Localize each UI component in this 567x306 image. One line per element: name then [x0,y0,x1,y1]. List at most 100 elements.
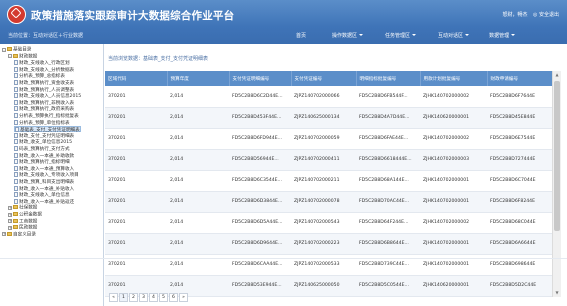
header-bar: 政策措施落实跟踪审计大数据综合作业平台 怒财，畅杰 ◎ 安全退出 当前位置：互动… [0,0,567,44]
nav-item-2[interactable]: 任务管理区 [385,30,417,42]
table-cell: FD5C2B8D6FB544F... [356,86,420,108]
tree-item[interactable]: 财政_预算执行_资金收支表 [14,80,74,86]
collapse-icon[interactable]: - [8,54,12,59]
table-cell: FD5C2B8D6D5A44E... [229,212,291,234]
column-header[interactable]: 支付凭证编号 [291,71,357,86]
expand-icon[interactable]: + [2,232,6,237]
tree-item-label: 财政_预算_科目支出明细表 [19,180,75,185]
table-scrollbar[interactable]: ▲ ▼ [552,71,561,297]
chevron-down-icon [465,34,470,36]
tree-item-label: 码表_预算执行_支付方式 [19,147,70,152]
prev-page-button[interactable]: « [109,293,118,302]
page-button[interactable]: 6 [169,293,178,302]
tree-item[interactable]: 分析表_预算执行_指标批复表 [14,113,79,119]
nav-item-4[interactable]: 数据管理 [489,30,516,42]
tree-item[interactable]: 财政_收入一本通_补贴收入 [14,185,74,192]
table-cell: FD5C2B8D68A144E... [356,170,420,192]
expand-icon[interactable]: + [8,212,12,217]
tree-item[interactable]: 财政_收入一本通_补贴返还 [14,198,74,205]
tree-item[interactable]: - 财政数据 [8,53,37,60]
next-page-button[interactable]: » [179,293,188,302]
expand-icon[interactable]: + [8,219,12,224]
tree-item[interactable]: 基础表_支付_支付凭证明细表 [14,126,81,133]
main-panel: 当前浏览数据：基础表_支付_支付凭证明细表 区域代码 预算年度 支付凭证明细编号 支付… [105,44,567,306]
column-header[interactable]: 用款计划批复编号 [420,71,488,86]
folder-icon [7,231,12,236]
page-button[interactable]: 3 [139,293,148,302]
table-row[interactable]: 370201 2,014 FD5C2B8D6D5A44E... ZJPZ1407020… [105,212,552,234]
table-row[interactable]: 370201 2,014 FD5C2B8D6D9644E... ZJPZ1407020… [105,233,552,255]
tree-item[interactable]: 财政_预算执行_非税收入表 [14,99,74,106]
tree-item[interactable]: 财政_支线收入_专项收入项目 [14,172,79,178]
tree-item-label: 财政_预算执行_指标明细 [19,160,70,166]
table-row[interactable]: 370201 2,014 FD5C2B8D6C3544E... ZJPZ1407020… [105,170,552,192]
current-location: 当前位置：互动对话区＋行业数据 [8,33,84,39]
tree-item-label: 分析表_预算_总指标表 [19,74,65,80]
table-cell: ZJPZ140702000059 [291,128,356,150]
tree-item[interactable]: 财政_收入一本通_预算收入 [14,165,75,172]
tree-item[interactable]: 财政_收支_单位信息2015 [14,139,72,145]
table-cell: ZJHK140702000002 [420,86,487,108]
tree-item[interactable]: 分析表_预算_单位指标表 [14,119,70,126]
file-icon [14,66,18,72]
expand-icon[interactable]: + [8,205,12,210]
table-cell: 370201 [105,212,167,234]
table-row[interactable]: 370201 2,014 FD5C2B8D6FD944E... ZJPZ1407020… [105,128,552,150]
page-button[interactable]: 1 [119,293,128,302]
table-row[interactable]: 370201 2,014 FD5C2B8D453F44E... ZJPZ1406250… [105,107,552,129]
column-header[interactable]: 支付凭证明细编号 [229,71,292,86]
expand-icon[interactable]: + [8,225,12,230]
tree-item[interactable]: - 基础目录 [2,47,31,53]
nav-item-3[interactable]: 互动对话区 [438,30,470,42]
column-header[interactable]: 财政申请编号 [487,71,552,86]
table-cell: ZJPZ140702000223 [291,233,356,255]
tree-item-label: 基础目录 [13,47,32,53]
tree-item[interactable]: 财政_收入一本通_补助收款 [14,152,74,159]
page-button[interactable]: 5 [159,293,168,302]
table-cell: ZJPZ140625000050 [291,275,356,297]
tree-item[interactable]: 财政_支付_支付凭证明细表 [14,132,74,139]
scroll-down-arrow-icon[interactable]: ▼ [554,290,560,296]
table-cell: FD5C2B8D727444E [487,149,552,171]
table-cell: FD5C2B8D453F44E... [229,107,291,129]
table-cell: FD5C2B8D6618444E... [356,149,420,171]
tree-item[interactable]: 财政_预算执行_政府采购表 [14,106,74,112]
table-cell: 2,014 [167,233,229,255]
tree-item[interactable]: + 工商数据 [8,218,37,225]
tree-item[interactable]: 财政_预算_科目支出明细表 [14,179,74,185]
column-header[interactable]: 预算年度 [167,71,230,86]
tree-item-label: 财政_收入一本通_预算收入 [19,166,75,172]
table-row[interactable]: 370201 2,014 FD5C2B8D56944E... ZJPZ14070200… [105,149,552,171]
table-cell: 2,014 [167,170,229,192]
page-button[interactable]: 4 [149,293,158,302]
tree-item[interactable]: 分析表_预算_总指标表 [14,73,65,79]
tree-item[interactable]: 财政_支线收入_单位信息 [14,192,70,198]
tree-item[interactable]: 财政_支线收入_人员信息2015 [14,93,81,99]
tree-item[interactable]: 财政_预算执行_指标明细 [14,159,70,165]
logout-button[interactable]: ◎ 安全退出 [533,12,559,18]
tree-item[interactable]: 码表_预算执行_支付方式 [14,146,70,152]
tree-item[interactable]: + 公积金数据 [8,212,42,218]
column-header[interactable]: 区域代码 [105,71,168,86]
scroll-thumb[interactable] [554,81,560,231]
tree-item-label: 财政_预算执行_人员调整表 [19,87,75,93]
table-cell: FD5C2B8D5D2C44E [487,275,552,297]
tree-item[interactable]: + 自定义目录 [2,231,36,238]
tree-item[interactable]: 财政_支线收入_行政区划 [14,60,70,66]
table-row[interactable]: 370201 2,014 FD5C2B8D6D3844E... ZJPZ1407020… [105,191,552,213]
tree-item[interactable]: 财政_预算执行_人员调整表 [14,86,75,93]
scroll-up-arrow-icon[interactable]: ▲ [554,72,560,78]
page-button[interactable]: 2 [129,293,138,302]
table-row[interactable]: 370201 2,014 FD5C2B8D6C2D44E... ZJPZ1407020… [105,86,552,108]
column-header[interactable]: 明细指标批复编号 [356,71,421,86]
tree-item[interactable]: + 社保数据 [8,205,37,211]
collapse-icon[interactable]: - [2,47,6,52]
table-cell: ZJPZ140702000411 [291,149,356,171]
nav-item-1[interactable]: 操作数据区 [332,30,364,42]
table-cell: FD5C2B8D53E944E... [229,275,291,297]
table-cell: FD5C2B8D6C7044E [487,170,552,192]
tree-item[interactable]: + 民政数据 [8,225,37,231]
user-name[interactable]: 怒财，畅杰 [502,12,527,18]
nav-item-0[interactable]: 首页 [296,30,306,42]
tree-item[interactable]: 财政_支线收入_分析数据表 [14,66,74,73]
